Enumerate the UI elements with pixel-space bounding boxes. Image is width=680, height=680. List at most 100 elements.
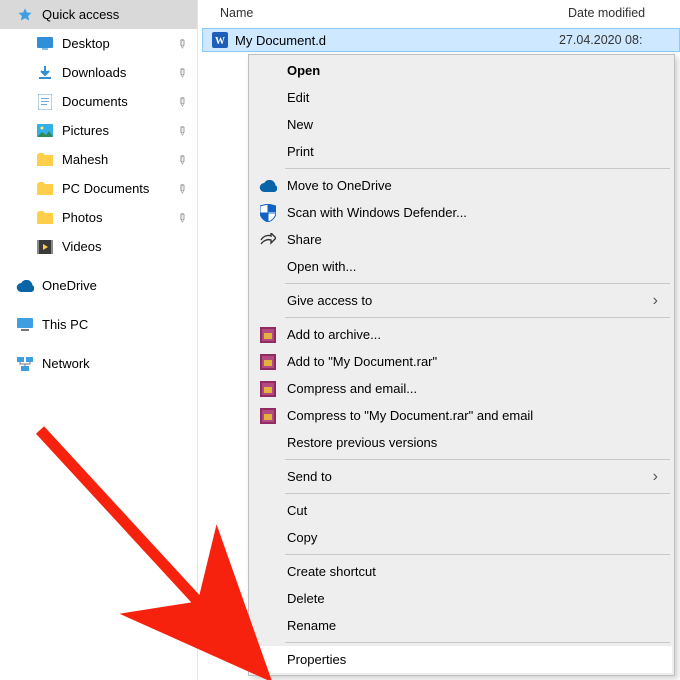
pin-icon: ✎	[172, 150, 192, 170]
menu-item-edit[interactable]: Edit	[251, 84, 672, 111]
pin-icon: ✎	[172, 179, 192, 199]
sidebar-label: OneDrive	[42, 278, 189, 293]
sidebar-item-this-pc[interactable]: This PC	[0, 310, 197, 339]
pin-icon: ✎	[172, 34, 192, 54]
menu-item-add-archive[interactable]: Add to archive...	[251, 321, 672, 348]
sidebar-item-documents[interactable]: Documents ✎	[0, 87, 197, 116]
menu-item-send-to[interactable]: Send to ›	[251, 463, 672, 490]
menu-item-share[interactable]: Share	[251, 226, 672, 253]
menu-separator	[285, 168, 670, 169]
sidebar-label: Mahesh	[62, 152, 175, 167]
share-icon	[257, 230, 279, 250]
menu-item-restore-versions[interactable]: Restore previous versions	[251, 429, 672, 456]
blank-icon	[257, 616, 279, 636]
menu-separator	[285, 459, 670, 460]
star-icon	[16, 6, 34, 24]
onedrive-icon	[257, 176, 279, 196]
menu-item-give-access[interactable]: Give access to ›	[251, 287, 672, 314]
menu-item-compress-email[interactable]: Compress and email...	[251, 375, 672, 402]
sidebar-item-photos[interactable]: Photos ✎	[0, 203, 197, 232]
menu-item-properties[interactable]: Properties	[251, 646, 672, 673]
nav-sidebar: Quick access Desktop ✎ Downloads ✎ Docum…	[0, 0, 198, 680]
sidebar-label: Desktop	[62, 36, 175, 51]
column-header-name[interactable]: Name	[198, 6, 560, 20]
winrar-icon	[257, 406, 279, 426]
menu-item-new[interactable]: New	[251, 111, 672, 138]
folder-icon	[36, 209, 54, 227]
menu-item-add-mydoc[interactable]: Add to "My Document.rar"	[251, 348, 672, 375]
pin-icon: ✎	[172, 92, 192, 112]
blank-icon	[257, 291, 279, 311]
sidebar-item-mahesh[interactable]: Mahesh ✎	[0, 145, 197, 174]
winrar-icon	[257, 325, 279, 345]
sidebar-item-pictures[interactable]: Pictures ✎	[0, 116, 197, 145]
column-headers: Name Date modified	[198, 0, 680, 26]
menu-item-delete[interactable]: Delete	[251, 585, 672, 612]
sidebar-label: Documents	[62, 94, 175, 109]
menu-separator	[285, 317, 670, 318]
network-icon	[16, 355, 34, 373]
sidebar-item-pc-documents[interactable]: PC Documents ✎	[0, 174, 197, 203]
menu-item-open-with[interactable]: Open with...	[251, 253, 672, 280]
menu-separator	[285, 642, 670, 643]
this-pc-icon	[16, 316, 34, 334]
sidebar-label: Pictures	[62, 123, 175, 138]
chevron-right-icon: ›	[653, 468, 662, 486]
folder-icon	[36, 180, 54, 198]
blank-icon	[257, 257, 279, 277]
sidebar-item-quick-access[interactable]: Quick access	[0, 0, 197, 29]
blank-icon	[257, 589, 279, 609]
menu-separator	[285, 493, 670, 494]
documents-icon	[36, 93, 54, 111]
sidebar-item-videos[interactable]: Videos	[0, 232, 197, 261]
pictures-icon	[36, 122, 54, 140]
desktop-icon	[36, 35, 54, 53]
menu-item-compress-mydoc-email[interactable]: Compress to "My Document.rar" and email	[251, 402, 672, 429]
sidebar-label: Downloads	[62, 65, 175, 80]
pin-icon: ✎	[172, 208, 192, 228]
menu-separator	[285, 554, 670, 555]
menu-item-copy[interactable]: Copy	[251, 524, 672, 551]
sidebar-item-onedrive[interactable]: OneDrive	[0, 271, 197, 300]
videos-icon	[36, 238, 54, 256]
blank-icon	[257, 501, 279, 521]
blank-icon	[257, 61, 279, 81]
menu-separator	[285, 283, 670, 284]
menu-item-create-shortcut[interactable]: Create shortcut	[251, 558, 672, 585]
pin-icon: ✎	[172, 63, 192, 83]
defender-shield-icon	[257, 203, 279, 223]
svg-text:W: W	[215, 36, 225, 47]
blank-icon	[257, 467, 279, 487]
blank-icon	[257, 88, 279, 108]
blank-icon	[257, 562, 279, 582]
blank-icon	[257, 142, 279, 162]
chevron-right-icon: ›	[653, 292, 662, 310]
sidebar-label: This PC	[42, 317, 189, 332]
sidebar-label: Quick access	[42, 7, 189, 22]
menu-item-rename[interactable]: Rename	[251, 612, 672, 639]
blank-icon	[257, 650, 279, 670]
menu-item-open[interactable]: Open	[251, 57, 672, 84]
menu-item-scan-defender[interactable]: Scan with Windows Defender...	[251, 199, 672, 226]
winrar-icon	[257, 352, 279, 372]
menu-item-cut[interactable]: Cut	[251, 497, 672, 524]
folder-icon	[36, 151, 54, 169]
file-row-selected[interactable]: W My Document.d 27.04.2020 08:	[202, 28, 680, 52]
pin-icon: ✎	[172, 121, 192, 141]
sidebar-label: Videos	[62, 239, 189, 254]
sidebar-item-desktop[interactable]: Desktop ✎	[0, 29, 197, 58]
sidebar-item-downloads[interactable]: Downloads ✎	[0, 58, 197, 87]
blank-icon	[257, 528, 279, 548]
menu-item-print[interactable]: Print	[251, 138, 672, 165]
onedrive-icon	[16, 277, 34, 295]
sidebar-label: Photos	[62, 210, 175, 225]
blank-icon	[257, 115, 279, 135]
sidebar-label: PC Documents	[62, 181, 175, 196]
winrar-icon	[257, 379, 279, 399]
word-document-icon: W	[211, 31, 229, 49]
file-name: My Document.d	[235, 33, 559, 48]
download-icon	[36, 64, 54, 82]
menu-item-move-onedrive[interactable]: Move to OneDrive	[251, 172, 672, 199]
sidebar-item-network[interactable]: Network	[0, 349, 197, 378]
column-header-date[interactable]: Date modified	[560, 6, 680, 20]
